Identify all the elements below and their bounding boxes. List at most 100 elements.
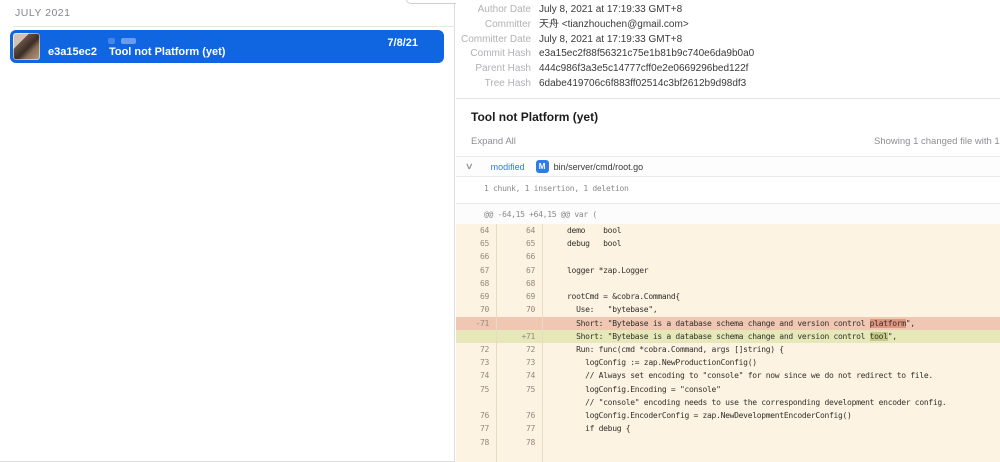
app-window: JULY 2021 7/8/21 e3a15ec2 Tool not Platfo… [0,0,1000,462]
new-line-number: 78 [497,436,543,449]
diff-line: -71 Short: "Bytebase is a database schem… [456,317,1000,330]
code-text: demo bool [543,224,1000,237]
diff-line: 7878 [456,436,1000,449]
code-text [543,277,1000,290]
redacted-badge [121,38,136,44]
metadata-label: Committer Date [456,33,531,48]
commit-detail-panel: Author Date July 8, 2021 at 17:19:33 GMT+… [456,0,1000,462]
word-diff-highlight: platform [870,319,906,328]
old-line-number: 70 [456,303,497,316]
changed-files-summary: Showing 1 changed file with 1 add [874,136,1000,147]
old-line-number: 73 [456,356,497,369]
metadata-row: Committer Date July 8, 2021 at 17:19:33 G… [456,33,1000,48]
new-line-number [497,449,543,462]
code-text: logger *zap.Logger [543,264,1000,277]
old-line-number: 66 [456,250,497,263]
redacted-badge [108,38,115,44]
new-line-number: 68 [497,277,543,290]
new-line-number: 65 [497,237,543,250]
metadata-label: Author Date [456,3,531,18]
diff-line: 6969 rootCmd = &cobra.Command{ [456,290,1000,303]
new-line-number: 72 [497,343,543,356]
code-text: // "console" encoding needs to use the c… [543,396,1000,409]
hunk-header: @@ -64,15 +64,15 @@ var ( [456,203,1000,224]
old-line-number: 75 [456,383,497,396]
diff-line: 7777 if debug { [456,422,1000,435]
diff-line: 6666 [456,250,1000,263]
metadata-value: 6dabe419706c6f883ff02514c3bf2612b9d98df3 [539,77,746,92]
code-text: debug bool [543,237,1000,250]
code-text [543,250,1000,263]
new-line-number: 66 [497,250,543,263]
old-line-number: 72 [456,343,497,356]
hunk-header-text: @@ -64,15 +64,15 @@ var ( [484,210,597,219]
old-line-number: 67 [456,264,497,277]
metadata-value: 天舟 <tianzhouchen@gmail.com> [539,18,689,33]
chevron-down-icon[interactable]: ∨ [465,161,474,172]
new-line-number: +71 [497,330,543,343]
metadata-row: Parent Hash444c986f3a3e5c14777cff0e2e066… [456,62,1000,77]
old-line-number: 64 [456,224,497,237]
avatar [13,33,40,60]
diff-line: 6868 [456,277,1000,290]
commit-group-header: JULY 2021 [15,7,70,19]
diff-line: +71 Short: "Bytebase is a database schem… [456,330,1000,343]
new-line-number [497,396,543,409]
new-line-number: 75 [497,383,543,396]
file-diff-header[interactable]: ∨ modified M bin/server/cmd/root.go [456,156,1000,177]
new-line-number: 70 [497,303,543,316]
diff-line: 7474 // Always set encoding to "console"… [456,369,1000,382]
code-text [543,449,1000,462]
metadata-label: Tree Hash [456,77,531,92]
code-text: logConfig.Encoding = "console" [543,383,1000,396]
metadata-value: July 8, 2021 at 17:19:33 GMT+8 [539,3,682,18]
file-path: bin/server/cmd/root.go [554,162,644,172]
metadata-value: July 8, 2021 at 17:19:33 GMT+8 [539,33,682,48]
metadata-row: Committer 天舟 <tianzhouchen@gmail.com> [456,18,1000,33]
commit-metadata: Author Date July 8, 2021 at 17:19:33 GMT+… [456,3,1000,92]
diff-line: 6565 debug bool [456,237,1000,250]
old-line-number: 65 [456,237,497,250]
new-line-number: 73 [497,356,543,369]
diff-line: 7676 logConfig.EncoderConfig = zap.NewDe… [456,409,1000,422]
diff-line: 7373 logConfig := zap.NewProductionConfi… [456,356,1000,369]
metadata-row: Commit Hashe3a15ec2f88f56321c75e1b81b9c7… [456,47,1000,62]
commit-summary-line: e3a15ec2 Tool not Platform (yet) [48,46,225,58]
code-text: logConfig := zap.NewProductionConfig() [543,356,1000,369]
old-line-number: -71 [456,317,497,330]
commit-hash-short: e3a15ec2 [48,46,97,58]
expand-all-button[interactable]: Expand All [471,136,516,147]
old-line-number: 76 [456,409,497,422]
metadata-label: Commit Hash [456,47,531,62]
old-line-number [456,449,497,462]
chunk-info: 1 chunk, 1 insertion, 1 deletion [484,184,629,193]
old-line-number: 74 [456,369,497,382]
new-line-number: 67 [497,264,543,277]
code-text: // Always set encoding to "console" for … [543,369,1000,382]
commit-list-item[interactable]: 7/8/21 e3a15ec2 Tool not Platform (yet) [10,30,444,63]
diff-code-area: 6464 demo bool6565 debug bool66666767 lo… [456,224,1000,462]
commit-title: Tool not Platform (yet) [471,110,598,124]
code-text: if debug { [543,422,1000,435]
code-text: logConfig.EncoderConfig = zap.NewDevelop… [543,409,1000,422]
diff-line: 7575 logConfig.Encoding = "console" [456,383,1000,396]
file-status-label: modified [491,162,525,172]
old-line-number: 68 [456,277,497,290]
commit-date: 7/8/21 [387,37,418,49]
metadata-label: Committer [456,18,531,33]
code-text: Run: func(cmd *cobra.Command, args []str… [543,343,1000,356]
new-line-number [497,317,543,330]
diff-line: // "console" encoding needs to use the c… [456,396,1000,409]
commit-list-panel: JULY 2021 7/8/21 e3a15ec2 Tool not Platfo… [0,0,455,462]
diff-line: 6464 demo bool [456,224,1000,237]
new-line-number: 76 [497,409,543,422]
new-line-number: 69 [497,290,543,303]
code-text: Short: "Bytebase is a database schema ch… [543,317,1000,330]
new-line-number: 74 [497,369,543,382]
commit-message: Tool not Platform (yet) [109,46,226,58]
metadata-value: 444c986f3a3e5c14777cff0e2e0669296bed122f [539,62,748,77]
diff-line: 7272 Run: func(cmd *cobra.Command, args … [456,343,1000,356]
new-line-number: 64 [497,224,543,237]
diff-line: 6767 logger *zap.Logger [456,264,1000,277]
old-line-number: 78 [456,436,497,449]
